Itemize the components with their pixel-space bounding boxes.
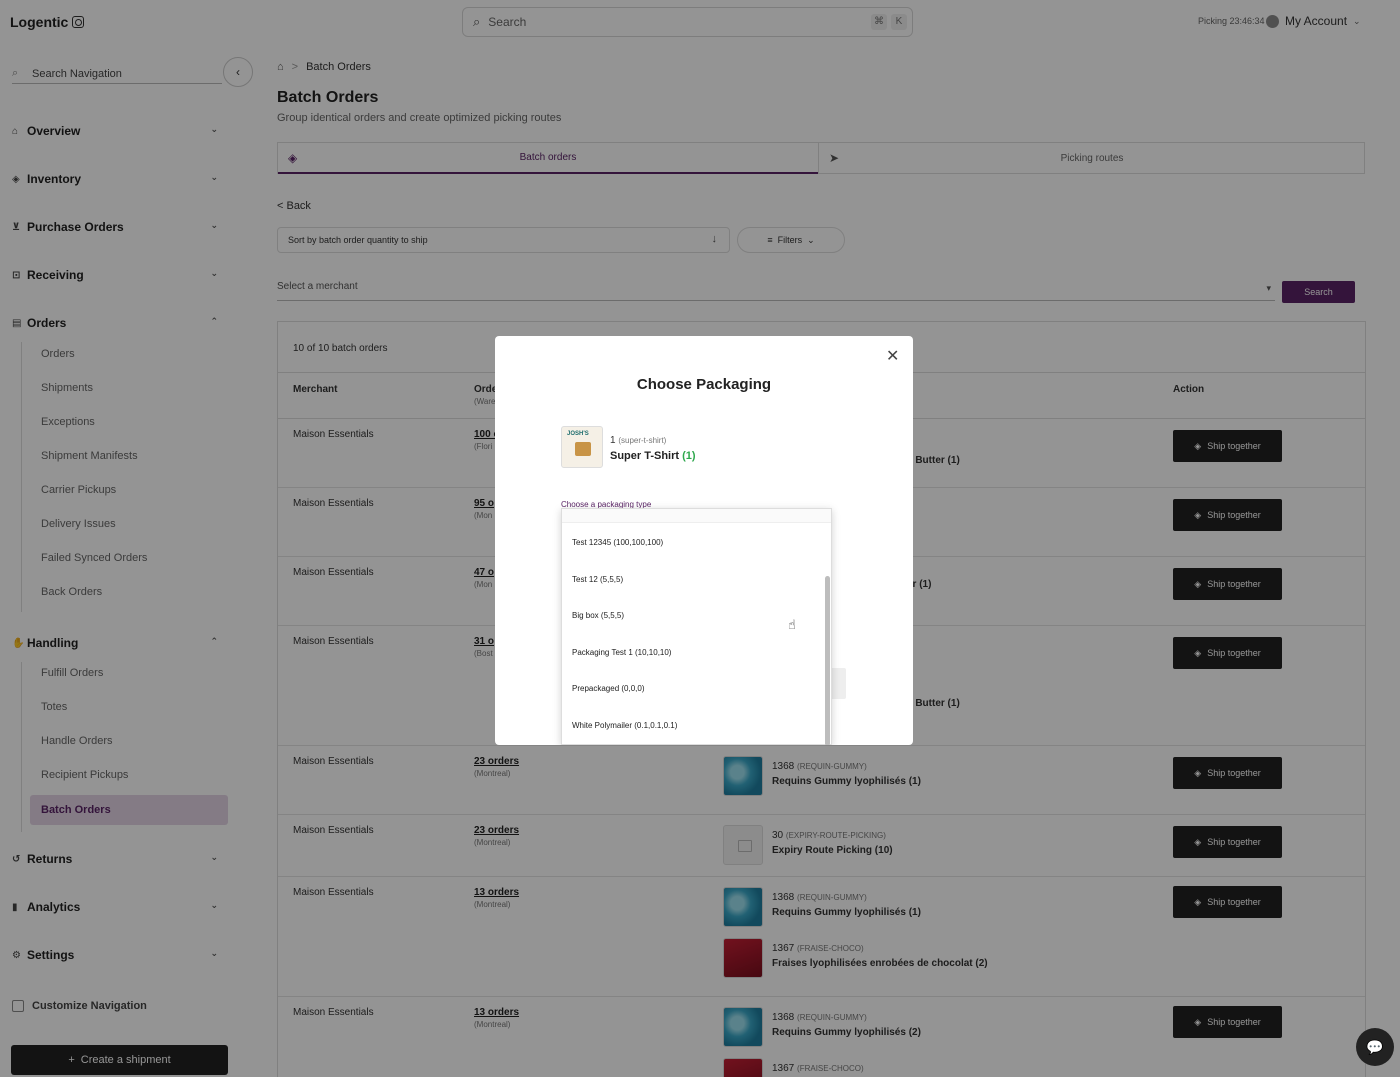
- packaging-option[interactable]: Test 12345 (100,100,100): [572, 538, 663, 547]
- product-thumbnail: JOSH'S: [561, 426, 603, 468]
- close-icon[interactable]: ✕: [886, 346, 899, 366]
- chat-icon[interactable]: 💬: [1356, 1028, 1394, 1066]
- choose-packaging-modal: ✕ Choose Packaging JOSH'S 1 (super-t-shi…: [495, 336, 913, 745]
- packaging-option[interactable]: Prepackaged (0,0,0): [572, 684, 645, 693]
- product-count: (1): [682, 450, 696, 462]
- dropdown-header: [562, 509, 831, 523]
- packaging-option[interactable]: White Polymailer (0.1,0.1,0.1): [572, 721, 677, 730]
- modal-product-qty: 1 (super-t-shirt): [610, 435, 666, 446]
- packaging-option[interactable]: Packaging Test 1 (10,10,10): [572, 648, 671, 657]
- qty-number: 1: [610, 435, 616, 446]
- tshirt-icon: [575, 442, 591, 456]
- packaging-type-dropdown[interactable]: Test 12345 (100,100,100) Test 12 (5,5,5)…: [561, 508, 832, 745]
- dropdown-scrollbar[interactable]: [825, 576, 830, 745]
- thumbnail-brand-text: JOSH'S: [567, 431, 589, 437]
- modal-title: Choose Packaging: [636, 376, 772, 393]
- packaging-option[interactable]: Big box (5,5,5): [572, 611, 624, 620]
- modal-product-item: JOSH'S 1 (super-t-shirt) Super T-Shirt (…: [561, 426, 861, 468]
- product-name: Super T-Shirt: [610, 450, 680, 462]
- packaging-option[interactable]: Test 12 (5,5,5): [572, 575, 623, 584]
- pointer-cursor-icon: ☝: [788, 617, 796, 632]
- modal-product-name: Super T-Shirt (1): [610, 450, 696, 462]
- product-code: (super-t-shirt): [618, 436, 667, 445]
